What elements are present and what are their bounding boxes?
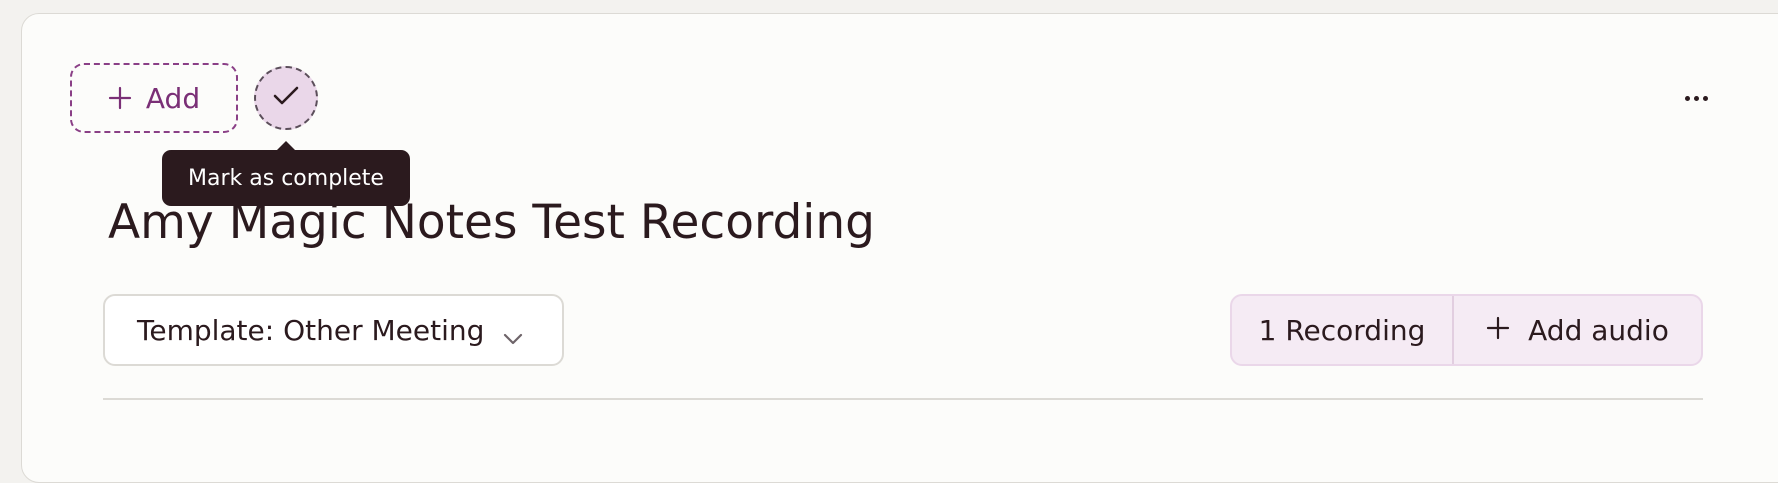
- checkmark-icon: [273, 86, 299, 110]
- recordings-count-label: 1 Recording: [1258, 313, 1426, 347]
- template-select[interactable]: Template: Other Meeting: [103, 294, 564, 366]
- section-divider: [103, 398, 1703, 400]
- plus-icon: [1486, 314, 1510, 347]
- template-select-value: Template: Other Meeting: [137, 313, 485, 347]
- add-audio-button[interactable]: Add audio: [1454, 296, 1701, 364]
- note-title[interactable]: Amy Magic Notes Test Recording: [108, 190, 875, 256]
- chevron-down-icon: [503, 320, 523, 353]
- mark-complete-button[interactable]: [254, 66, 318, 130]
- more-horizontal-icon: [1684, 95, 1690, 101]
- add-button-label: Add: [145, 81, 201, 115]
- add-button[interactable]: Add: [70, 63, 238, 133]
- more-dot: [1702, 95, 1708, 101]
- plus-icon: [108, 86, 132, 110]
- recordings-group: 1 Recording Add audio: [1230, 294, 1703, 366]
- more-dot: [1693, 95, 1699, 101]
- add-audio-label: Add audio: [1528, 313, 1669, 347]
- recordings-count-button[interactable]: 1 Recording: [1232, 296, 1454, 364]
- more-options-button[interactable]: [1672, 80, 1720, 116]
